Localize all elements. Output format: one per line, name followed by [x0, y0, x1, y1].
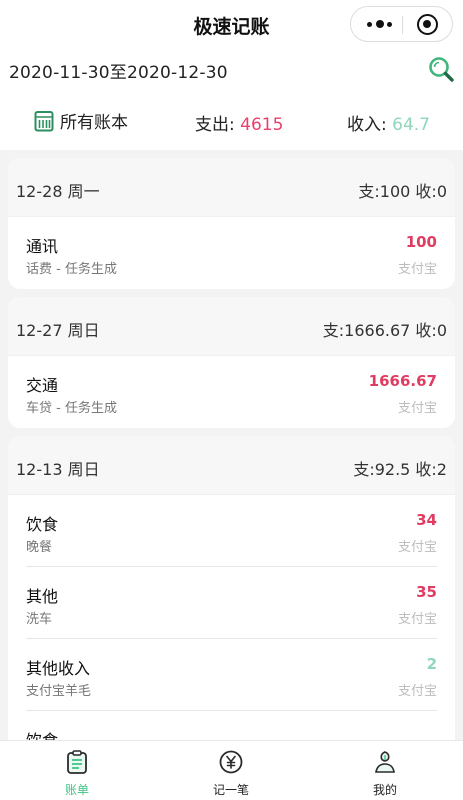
bill-item[interactable]: 交通 车贷 - 任务生成 1666.67 支付宝	[26, 356, 437, 428]
bill-category: 通讯	[26, 237, 59, 256]
day-date: 12-27 周日	[16, 321, 100, 340]
income-summary: 收入: 64.7	[347, 110, 430, 135]
bill-amount: 35	[416, 583, 437, 601]
top-panel: 极速记账 2020-11-30至2020-12-30 所有账本 支出: 4615…	[0, 0, 463, 150]
day-header: 12-13 周日 支:92.5 收:2	[8, 436, 455, 495]
bill-category: 交通	[26, 376, 59, 395]
bill-category: 饮食	[26, 515, 59, 534]
bill-account: 支付宝	[397, 612, 437, 627]
yuan-icon	[219, 750, 243, 774]
tab-add-record[interactable]: 记一笔	[154, 741, 308, 800]
search-icon[interactable]	[427, 56, 455, 84]
expense-summary: 支出: 4615	[195, 110, 283, 135]
tab-label: 我的	[372, 783, 397, 797]
bill-note: 话费 - 任务生成	[26, 262, 117, 277]
title-bar: 极速记账	[0, 0, 463, 50]
bill-note: 支付宝羊毛	[26, 684, 92, 699]
tab-label: 账单	[64, 783, 89, 797]
day-totals: 支:1666.67 收:0	[322, 321, 447, 340]
ledger-selector[interactable]: 所有账本	[34, 108, 128, 133]
bill-amount: 100	[405, 233, 437, 251]
day-totals: 支:100 收:0	[358, 182, 447, 201]
income-label: 收入:	[347, 115, 387, 135]
day-group: 12-28 周一 支:100 收:0 通讯 话费 - 任务生成 100 支付宝	[8, 158, 455, 289]
day-date: 12-13 周日	[16, 460, 100, 479]
more-icon[interactable]	[367, 20, 393, 28]
bill-note: 晚餐	[26, 540, 53, 555]
bill-item[interactable]: 其他 洗车 35 支付宝	[26, 567, 437, 639]
bill-account: 支付宝	[397, 684, 437, 699]
bill-category: 其他	[26, 587, 59, 606]
date-range-row: 2020-11-30至2020-12-30	[0, 52, 463, 88]
date-range[interactable]: 2020-11-30至2020-12-30	[9, 58, 228, 83]
tab-bill[interactable]: 账单	[0, 741, 154, 800]
expense-label: 支出:	[195, 115, 235, 135]
day-header: 12-27 周日 支:1666.67 收:0	[8, 297, 455, 356]
miniprogram-capsule	[350, 6, 453, 42]
bill-item[interactable]: 其他收入 支付宝羊毛 2 支付宝	[26, 639, 437, 711]
bill-amount: 34	[416, 511, 437, 529]
bill-item[interactable]: 通讯 话费 - 任务生成 100 支付宝	[26, 217, 437, 289]
summary-row: 所有账本 支出: 4615 收入: 64.7	[0, 100, 463, 140]
expense-total: 4615	[240, 115, 284, 135]
bill-note: 车贷 - 任务生成	[26, 401, 117, 416]
tab-label: 记一笔	[212, 783, 249, 797]
bill-note: 洗车	[26, 612, 53, 627]
tab-profile[interactable]: 我的	[308, 741, 462, 800]
bill-amount: 1666.67	[368, 372, 437, 390]
ledger-icon	[34, 110, 54, 131]
bill-account: 支付宝	[397, 262, 437, 277]
profile-icon	[375, 751, 395, 773]
capsule-divider	[402, 16, 403, 34]
ledger-label: 所有账本	[60, 113, 128, 133]
bill-item[interactable]: 饮食 晚餐 34 支付宝	[26, 495, 437, 567]
close-miniprogram-icon[interactable]	[417, 14, 438, 35]
bill-icon	[67, 750, 87, 774]
day-group: 12-27 周日 支:1666.67 收:0 交通 车贷 - 任务生成 1666…	[8, 297, 455, 428]
bill-amount: 2	[426, 655, 437, 673]
day-date: 12-28 周一	[16, 182, 100, 201]
bottom-tab-bar: 账单 记一笔 我的	[0, 740, 463, 800]
income-total: 64.7	[392, 115, 430, 135]
day-totals: 支:92.5 收:2	[353, 460, 447, 479]
bill-list: 12-28 周一 支:100 收:0 通讯 话费 - 任务生成 100 支付宝 …	[8, 158, 455, 791]
bill-category: 其他收入	[26, 659, 91, 678]
day-header: 12-28 周一 支:100 收:0	[8, 158, 455, 217]
bill-account: 支付宝	[397, 401, 437, 416]
day-group: 12-13 周日 支:92.5 收:2 饮食 晚餐 34 支付宝 其他 洗车 3…	[8, 436, 455, 783]
bill-account: 支付宝	[397, 540, 437, 555]
